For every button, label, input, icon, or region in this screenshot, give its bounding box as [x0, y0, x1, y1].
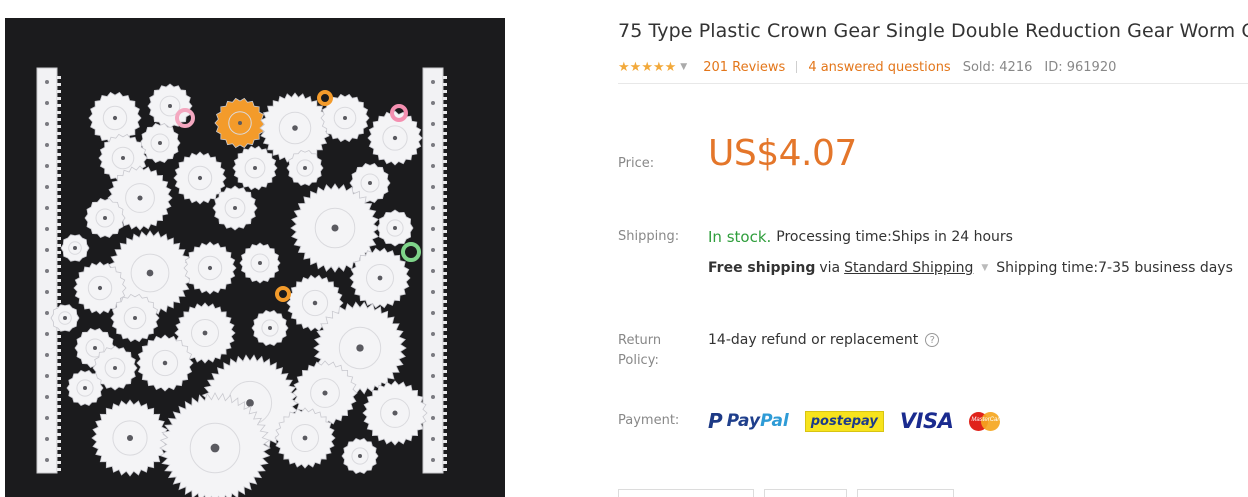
visa-logo: VISA	[899, 409, 954, 433]
questions-link[interactable]: 4 answered questions	[808, 60, 950, 75]
star-icon: ★	[652, 59, 665, 75]
shipping-time: Shipping time:7-35 business days	[996, 260, 1233, 276]
return-policy-label: Return Policy:	[618, 331, 661, 371]
option-button[interactable]	[764, 489, 847, 497]
product-meta: ★ ★ ★ ★ ★ ▼ 201 Reviews 4 answered quest…	[618, 58, 1116, 76]
star-icon: ★	[641, 59, 653, 75]
shipping-row: Free shipping via Standard Shipping ▼ Sh…	[708, 260, 1233, 276]
free-shipping: Free shipping	[708, 260, 816, 276]
stock-row: In stock. Processing time:Ships in 24 ho…	[708, 228, 1013, 246]
help-icon[interactable]: ?	[925, 333, 940, 347]
product-id: ID: 961920	[1044, 59, 1117, 75]
paypal-logo: P Pay Pal	[708, 409, 789, 433]
sold-count: Sold: 4216	[962, 59, 1033, 75]
rating-stars[interactable]: ★ ★ ★ ★ ★	[618, 61, 676, 74]
star-icon: ★	[629, 59, 642, 75]
return-row: 14-day refund or replacement ?	[708, 332, 940, 348]
product-title: 75 Type Plastic Crown Gear Single Double…	[618, 20, 1248, 42]
meta-divider	[796, 61, 798, 73]
option-button[interactable]	[618, 489, 754, 497]
mastercard-logo: MasterCard	[969, 411, 1003, 431]
paypal-icon: P	[708, 409, 723, 433]
chevron-down-icon[interactable]: ▼	[680, 62, 687, 72]
postepay-logo: postepay	[804, 410, 884, 432]
payment-methods: P Pay Pal postepay VISA MasterCard	[708, 409, 1003, 433]
star-icon: ★	[664, 59, 677, 75]
stock-status: In stock.	[708, 228, 772, 246]
product-image[interactable]	[5, 18, 505, 497]
return-policy-text: 14-day refund or replacement	[708, 332, 919, 348]
price-value: US$4.07	[708, 133, 857, 174]
product-info: 75 Type Plastic Crown Gear Single Double…	[618, 0, 1248, 497]
payment-label: Payment:	[618, 413, 680, 428]
return-label-line1: Return	[618, 333, 662, 348]
reviews-link[interactable]: 201 Reviews	[703, 60, 785, 75]
price-label: Price:	[618, 156, 655, 171]
star-icon: ★	[618, 59, 630, 75]
option-button[interactable]	[857, 489, 954, 497]
header-divider	[618, 83, 1248, 84]
gear-illustration	[36, 67, 447, 497]
shipping-via: via	[819, 260, 841, 276]
return-label-line2: Policy:	[618, 353, 659, 368]
chevron-down-icon[interactable]: ▼	[981, 263, 988, 273]
shipping-label: Shipping:	[618, 229, 680, 244]
processing-time: Processing time:Ships in 24 hours	[776, 229, 1013, 245]
shipping-method-link[interactable]: Standard Shipping	[844, 260, 973, 276]
